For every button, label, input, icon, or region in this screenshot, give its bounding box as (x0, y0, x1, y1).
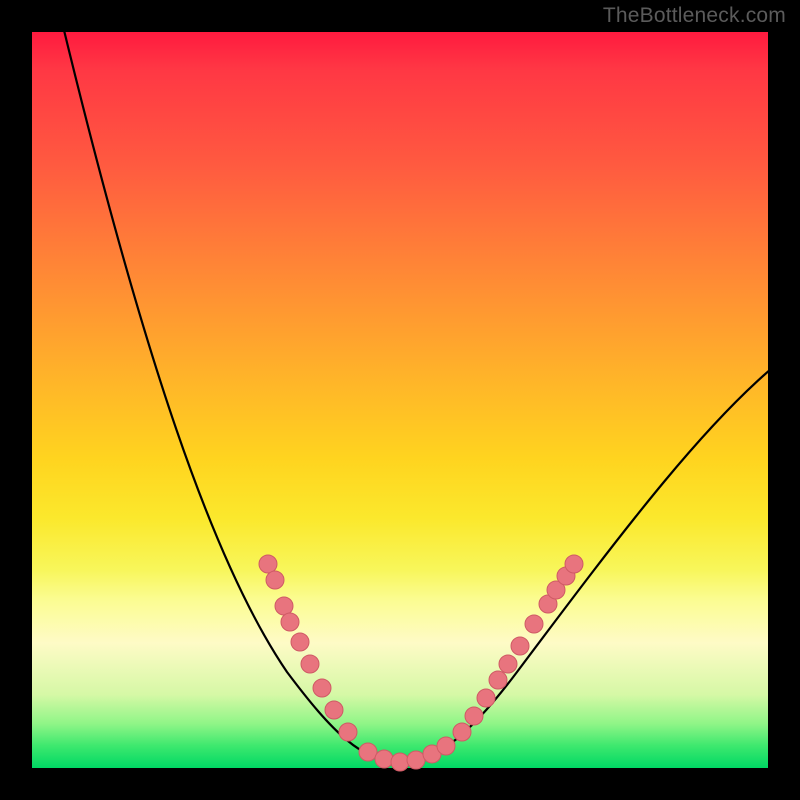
data-marker (511, 637, 529, 655)
data-marker (499, 655, 517, 673)
data-marker (275, 597, 293, 615)
data-marker (281, 613, 299, 631)
data-marker (525, 615, 543, 633)
data-marker (266, 571, 284, 589)
marker-group (259, 555, 583, 771)
data-marker (407, 751, 425, 769)
data-marker (259, 555, 277, 573)
data-marker (489, 671, 507, 689)
data-marker (477, 689, 495, 707)
data-marker (375, 750, 393, 768)
data-marker (339, 723, 357, 741)
data-marker (301, 655, 319, 673)
data-marker (565, 555, 583, 573)
watermark-text: TheBottleneck.com (603, 4, 786, 28)
chart-svg (32, 32, 768, 768)
data-marker (313, 679, 331, 697)
data-marker (291, 633, 309, 651)
data-marker (453, 723, 471, 741)
data-marker (437, 737, 455, 755)
data-marker (391, 753, 409, 771)
data-marker (325, 701, 343, 719)
chart-frame: TheBottleneck.com (0, 0, 800, 800)
data-marker (465, 707, 483, 725)
plot-area (32, 32, 768, 768)
data-marker (359, 743, 377, 761)
bottleneck-curve (62, 22, 792, 762)
